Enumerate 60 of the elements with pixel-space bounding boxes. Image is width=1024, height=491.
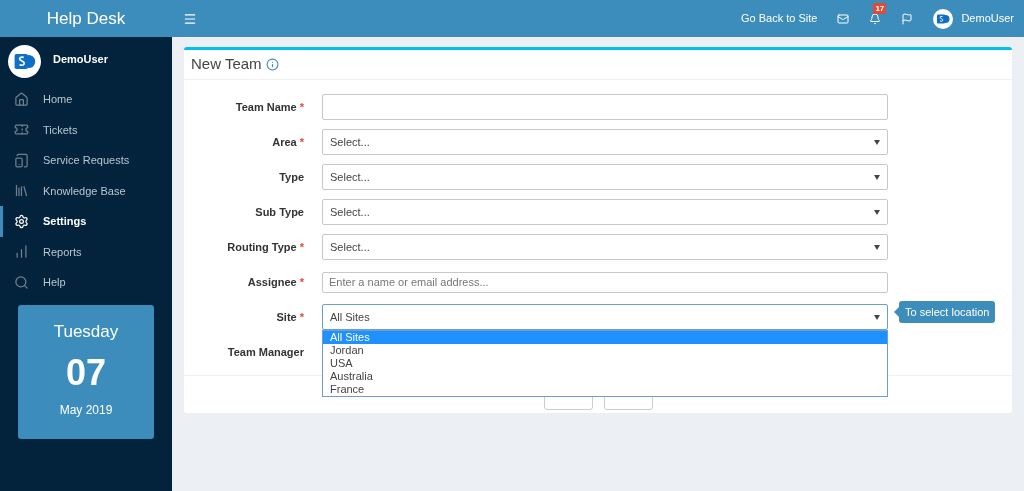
text-field[interactable]: Enter a name or email address... bbox=[322, 271, 888, 293]
mail-icon[interactable] bbox=[837, 12, 850, 25]
field-label: Routing Type bbox=[227, 240, 297, 253]
caret-icon bbox=[874, 139, 880, 145]
caret-icon bbox=[874, 174, 880, 180]
required-asterisk: * bbox=[299, 135, 304, 148]
field-label: Site bbox=[276, 310, 297, 323]
dropdown-option[interactable]: USA bbox=[323, 357, 887, 370]
menu-icon[interactable] bbox=[183, 11, 197, 26]
select-field[interactable]: Select... bbox=[322, 129, 888, 155]
magnifier-icon bbox=[14, 274, 29, 290]
date-number: 07 bbox=[65, 351, 106, 395]
settings-icon bbox=[14, 213, 29, 229]
required-asterisk: * bbox=[299, 275, 304, 288]
select-field[interactable]: Select... bbox=[322, 234, 888, 260]
tablet-icon bbox=[14, 152, 29, 168]
sidebar-item[interactable]: Knowledge Base bbox=[0, 175, 172, 206]
field-label: Area bbox=[272, 135, 297, 148]
dropdown-option[interactable]: Australia bbox=[323, 370, 887, 383]
caret-icon bbox=[874, 244, 880, 250]
info-icon bbox=[265, 58, 279, 71]
logo-icon bbox=[933, 8, 954, 29]
select-field[interactable]: Select... bbox=[322, 164, 888, 190]
tooltip: To select location bbox=[894, 301, 996, 323]
sidebar-item[interactable]: Tickets bbox=[0, 114, 172, 145]
select-field[interactable]: All Sites bbox=[322, 304, 888, 330]
required-asterisk: * bbox=[299, 240, 304, 253]
caret-icon bbox=[874, 314, 880, 320]
text-field[interactable] bbox=[322, 94, 888, 120]
field-label: Type bbox=[279, 170, 304, 183]
user-name[interactable]: DemoUser bbox=[961, 10, 1014, 27]
required-asterisk: * bbox=[299, 310, 304, 323]
sidebar-item[interactable]: Home bbox=[0, 84, 172, 115]
select-field[interactable]: Select... bbox=[322, 199, 888, 225]
notification-badge: 17 bbox=[873, 2, 887, 14]
field-label: Team Name bbox=[235, 100, 297, 113]
caret-icon bbox=[874, 209, 880, 215]
dropdown-option[interactable]: France bbox=[323, 383, 887, 396]
field-label: Assignee bbox=[247, 275, 297, 288]
sidebar-item[interactable]: Help bbox=[0, 267, 172, 298]
house-icon bbox=[14, 91, 29, 107]
ticket-icon bbox=[14, 122, 29, 138]
user-name: DemoUser bbox=[53, 52, 109, 67]
required-asterisk: * bbox=[299, 100, 304, 113]
bell-icon[interactable] bbox=[869, 12, 882, 25]
books-icon bbox=[14, 183, 29, 199]
day-text: Tuesday bbox=[53, 320, 119, 343]
brand-title: Help Desk bbox=[0, 0, 172, 37]
form-title: New Team bbox=[191, 54, 262, 75]
dropdown-option[interactable]: Jordan bbox=[323, 344, 887, 357]
logo-icon bbox=[8, 45, 41, 78]
flag-icon[interactable] bbox=[901, 12, 914, 25]
bar-chart-icon bbox=[14, 244, 29, 260]
field-label: Team Manager bbox=[227, 345, 304, 358]
sidebar-item[interactable]: Reports bbox=[0, 236, 172, 267]
sidebar-item[interactable]: Service Requests bbox=[0, 145, 172, 176]
field-label: Sub Type bbox=[255, 205, 304, 218]
month-year-text: May 2019 bbox=[59, 402, 113, 419]
back-to-site-link[interactable]: Go Back to Site bbox=[741, 10, 818, 27]
sidebar-item[interactable]: Settings bbox=[0, 206, 172, 237]
